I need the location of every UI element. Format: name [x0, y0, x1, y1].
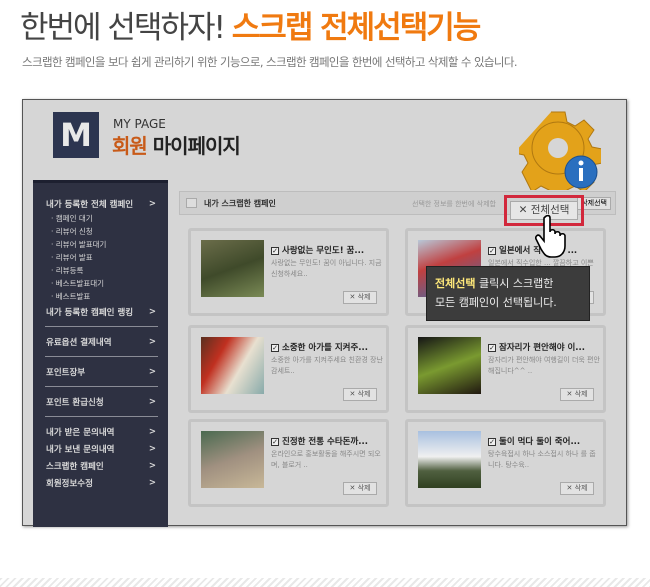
chevron-right-icon: >: [148, 477, 156, 488]
gear-info-icon: [519, 111, 601, 190]
checkbox-checked[interactable]: ✓: [488, 438, 496, 446]
sidebar-item-label: 내가 등록한 캠페인 랭킹: [46, 307, 134, 318]
sidebar-item-label: 내가 보낸 문의내역: [46, 444, 115, 455]
sidebar-item-label: 내가 등록한 전체 캠페인: [46, 199, 134, 210]
chevron-right-icon: >: [148, 443, 156, 454]
tooltip-bold: 전체선택: [435, 277, 476, 290]
sidebar-subitem[interactable]: · 베스트발표: [33, 290, 168, 303]
title-plain: 한번에 선택하자!: [20, 10, 226, 46]
divider: [45, 416, 158, 417]
pointer-hand-icon: [535, 215, 566, 258]
mypage-title: 회원 마이페이지: [112, 130, 241, 159]
sidebar-item-label: 유료옵션 결제내역: [46, 337, 112, 348]
sidebar-item-points[interactable]: 포인트장부 >: [33, 363, 168, 380]
chevron-right-icon: >: [148, 426, 156, 437]
tooltip-text: 모든 캠페인이 선택됩니다.: [435, 296, 557, 309]
checkbox-checked[interactable]: ✓: [488, 247, 496, 255]
section-title: 내가 스크랩한 캠페인: [204, 199, 276, 208]
delete-button[interactable]: ✕ 삭제: [343, 482, 377, 495]
title-rest: 마이페이지: [152, 134, 241, 158]
divider: [45, 386, 158, 387]
sidebar-subitem[interactable]: · 캠페인 대기: [33, 212, 168, 225]
sidebar: 내가 등록한 전체 캠페인 > · 캠페인 대기 · 리뷰어 신청 · 리뷰어 발…: [33, 180, 168, 527]
campaign-card: ✓ 소중한 아가를 지켜주... 소중한 아가를 지켜주세요 친환경 장난감세트.…: [188, 325, 389, 413]
chevron-right-icon: >: [148, 198, 156, 209]
sidebar-item-edit-profile[interactable]: 회원정보수정 >: [33, 474, 168, 491]
chevron-right-icon: >: [148, 396, 156, 407]
title-accent: 회원: [112, 134, 148, 158]
chevron-right-icon: >: [148, 306, 156, 317]
campaign-desc: 사랑없는 무인도! 꿈이 아닙니다. 지금 신청하세요..: [271, 259, 382, 278]
sidebar-item-ranking[interactable]: 내가 등록한 캠페인 랭킹 >: [33, 303, 168, 320]
tooltip: 전체선택 클릭시 스크랩한모든 캠페인이 선택됩니다.: [426, 266, 590, 321]
campaign-card: ✓ 잠자리가 편안해야 이... 잠자리가 편안해야 여행길이 더욱 편안해집니다…: [405, 325, 606, 413]
delete-button[interactable]: ✕ 삭제: [343, 291, 377, 304]
campaign-title[interactable]: 잠자리가 편안해야 이...: [499, 343, 585, 353]
bottom-stripe: [0, 578, 650, 587]
campaign-card: ✓ 진정한 전통 수타돈까... 온라인으로 홍보활동을 해주시면 되오며, 블로…: [188, 419, 389, 507]
page-title: 한번에 선택하자! 스크랩 전체선택기능: [20, 2, 481, 47]
campaign-title[interactable]: 사랑없는 무인도! 꿈...: [282, 246, 364, 256]
checkbox-checked[interactable]: ✓: [271, 344, 279, 352]
campaign-title[interactable]: 진정한 전통 수타돈까...: [282, 437, 368, 447]
sidebar-item-label: 포인트 환급신청: [46, 397, 104, 408]
sidebar-item-label: 스크랩한 캠페인: [46, 461, 104, 472]
sidebar-item-paid-options[interactable]: 유료옵션 결제내역 >: [33, 333, 168, 350]
campaign-title[interactable]: 소중한 아가를 지켜주...: [282, 343, 368, 353]
screenshot-frame: M MY PAGE 회원 마이페이지 내가 등록한 전체 캠페인 > · 캠페인 …: [22, 99, 627, 527]
campaign-thumbnail[interactable]: [201, 431, 264, 488]
sidebar-item-scrapped[interactable]: 스크랩한 캠페인 >: [33, 457, 168, 474]
campaign-desc: 온라인으로 홍보활동을 해주시면 되오며, 블로거 ..: [271, 450, 381, 469]
divider: [45, 356, 158, 357]
delete-button[interactable]: ✕ 삭제: [343, 388, 377, 401]
campaign-desc: 소중한 아가를 지켜주세요 친환경 장난감세트..: [271, 356, 383, 375]
campaign-desc: 잠자리가 편안해야 여행길이 더욱 편안해집니다^^ ..: [488, 356, 600, 375]
sidebar-subitem[interactable]: · 리뷰어 신청: [33, 225, 168, 238]
campaign-thumbnail[interactable]: [418, 337, 481, 394]
sidebar-item-sent-inquiries[interactable]: 내가 보낸 문의내역 >: [33, 440, 168, 457]
mypage-label: MY PAGE: [113, 117, 166, 131]
checkbox-checked[interactable]: ✓: [271, 438, 279, 446]
campaign-thumbnail[interactable]: [201, 337, 264, 394]
campaign-desc: 탕수육접시 하나 소스접시 하나 를 줍니다. 탕수육..: [488, 450, 596, 469]
sidebar-item-refund[interactable]: 포인트 환급신청 >: [33, 393, 168, 410]
subtitle: 스크랩한 캠페인을 보다 쉽게 관리하기 위한 기능으로, 스크랩한 캠페인을 …: [22, 55, 518, 69]
campaign-card: ✓ 둘이 먹다 둘이 죽어... 탕수육접시 하나 소스접시 하나 를 줍니다. …: [405, 419, 606, 507]
sidebar-item-label: 내가 받은 문의내역: [46, 427, 115, 438]
delete-button[interactable]: ✕ 삭제: [560, 388, 594, 401]
campaign-card: ✓ 사랑없는 무인도! 꿈... 사랑없는 무인도! 꿈이 아닙니다. 지금 신청…: [188, 228, 389, 316]
campaign-thumbnail[interactable]: [418, 431, 481, 488]
checkbox-checked[interactable]: ✓: [271, 247, 279, 255]
title-highlight: 스크랩 전체선택기능: [231, 10, 481, 46]
sidebar-item-received-inquiries[interactable]: 내가 받은 문의내역 >: [33, 423, 168, 440]
chevron-right-icon: >: [148, 366, 156, 377]
sidebar-item-label: 포인트장부: [46, 367, 86, 378]
chevron-right-icon: >: [148, 336, 156, 347]
checkbox-checked[interactable]: ✓: [488, 344, 496, 352]
delete-button[interactable]: ✕ 삭제: [560, 482, 594, 495]
sidebar-subitem[interactable]: · 리뷰등록: [33, 264, 168, 277]
sidebar-item-label: 회원정보수정: [46, 478, 93, 489]
campaign-title[interactable]: 둘이 먹다 둘이 죽어...: [499, 437, 580, 447]
campaign-thumbnail[interactable]: [201, 240, 264, 297]
sidebar-subitem[interactable]: · 리뷰어 발표대기: [33, 238, 168, 251]
section-icon: [186, 198, 197, 208]
sidebar-item-all-campaigns[interactable]: 내가 등록한 전체 캠페인 >: [33, 195, 168, 212]
chevron-right-icon: >: [148, 460, 156, 471]
sidebar-subitem[interactable]: · 베스트발표대기: [33, 277, 168, 290]
sidebar-subitem[interactable]: · 리뷰어 발표: [33, 251, 168, 264]
mypage-logo: M: [53, 112, 99, 158]
divider: [45, 326, 158, 327]
tooltip-text: 클릭시 스크랩한: [475, 277, 554, 290]
section-info: 선택한 정보를 한번에 삭제합: [412, 200, 496, 208]
